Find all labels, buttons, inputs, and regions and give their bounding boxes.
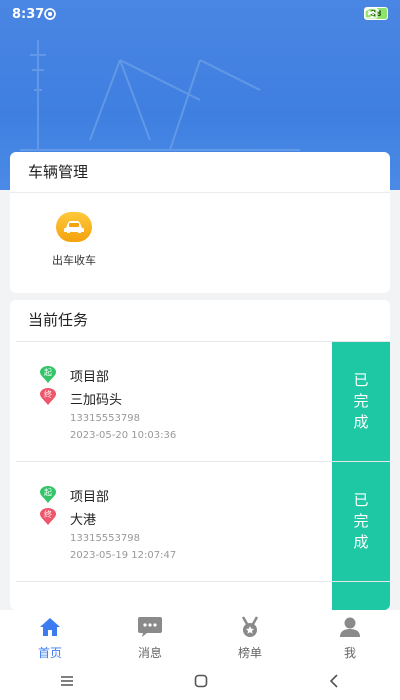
tab-ranking-label: 榜单 [237,646,262,660]
task-item[interactable] [16,581,390,610]
user-icon [340,617,360,637]
task-item[interactable]: 起 项目部 终 三加码头 13315553798 2023-05-20 10:0… [16,341,390,461]
status-bar: 8:37 88 [0,0,400,30]
current-tasks-title: 当前任务 [28,311,89,329]
car-icon [56,212,92,242]
wifi-icon [364,7,380,19]
status-char: 已 [353,371,369,389]
home-icon [40,618,60,636]
message-icon [138,617,162,637]
start-pin-label: 起 [44,368,52,377]
start-pin-icon: 起 [40,486,56,503]
tab-profile[interactable]: 我 [300,610,400,662]
vehicle-management-card: 车辆管理 出车收车 [10,152,390,293]
back-icon[interactable] [328,674,340,688]
menu-icon[interactable] [60,675,74,687]
tab-ranking[interactable]: 榜单 [200,610,300,662]
dispatch-vehicle-button[interactable]: 出车收车 [44,212,104,268]
task-phone: 13315553798 [70,413,140,424]
status-char: 成 [353,533,369,551]
tab-messages-label: 消息 [137,646,162,660]
vehicle-management-title: 车辆管理 [10,152,390,193]
end-pin-icon: 终 [40,388,56,405]
task-start-location: 项目部 [70,490,110,505]
start-pin-label: 起 [44,488,52,497]
task-phone: 13315553798 [70,533,140,544]
task-datetime: 2023-05-20 10:03:36 [70,430,177,441]
start-pin-icon: 起 [40,366,56,383]
task-item[interactable]: 起 项目部 终 大港 13315553798 2023-05-19 12:07:… [16,461,390,581]
status-char: 完 [353,392,369,410]
end-pin-label: 终 [44,389,52,399]
status-char: 成 [353,413,369,431]
current-tasks-card: 当前任务 起 项目部 终 三加码头 13315553798 2023-05-20… [10,300,390,610]
task-end-location: 大港 [70,513,97,528]
task-start-location: 项目部 [70,370,110,385]
home-square-icon[interactable] [194,674,208,688]
task-datetime: 2023-05-19 12:07:47 [70,550,177,561]
task-status-completed[interactable]: 已 完 成 [332,342,390,461]
bottom-tab-bar: 首页 消息 榜单 我 [0,610,400,662]
system-navigation-bar [0,662,400,700]
tab-home[interactable]: 首页 [0,610,100,662]
task-end-location: 三加码头 [70,393,123,408]
status-char: 完 [353,512,369,530]
notification-icon [44,8,56,20]
end-pin-icon: 终 [40,508,56,525]
tab-home-label: 首页 [37,646,62,660]
status-time: 8:37 [12,7,45,22]
medal-icon [241,616,259,637]
end-pin-label: 终 [44,509,52,519]
tab-messages[interactable]: 消息 [100,610,200,662]
dispatch-vehicle-label: 出车收车 [52,254,96,267]
task-status-completed[interactable]: 已 完 成 [332,462,390,581]
task-status-completed[interactable] [332,582,390,610]
task-list: 起 项目部 终 三加码头 13315553798 2023-05-20 10:0… [16,341,390,610]
tab-profile-label: 我 [343,646,356,660]
status-char: 已 [353,491,369,509]
